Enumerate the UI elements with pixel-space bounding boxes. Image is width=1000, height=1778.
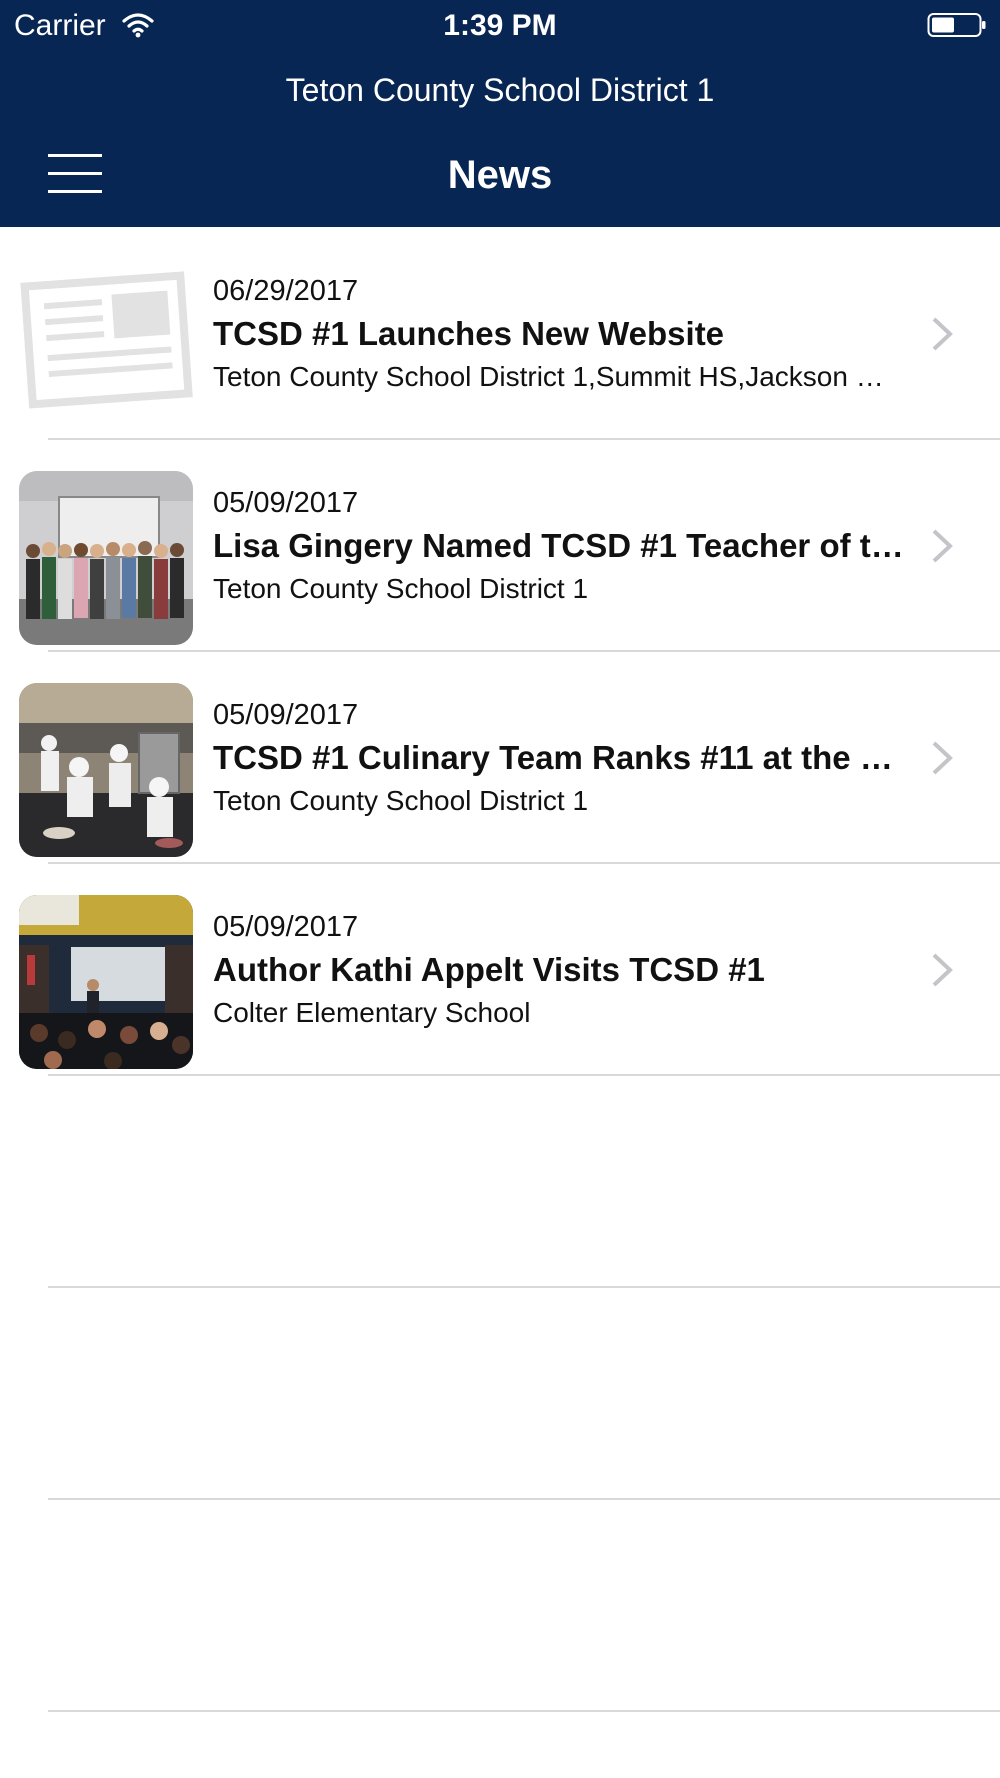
battery-icon xyxy=(927,13,986,37)
news-item[interactable]: 06/29/2017 TCSD #1 Launches New Website … xyxy=(0,227,1000,439)
news-title: Author Kathi Appelt Visits TCSD #1 xyxy=(213,951,765,988)
news-title: TCSD #1 Launches New Website xyxy=(213,315,725,352)
news-date: 05/09/2017 xyxy=(213,911,359,943)
status-bar: Carrier 1:39 PM xyxy=(0,0,1000,52)
news-source: Teton County School District 1 xyxy=(213,573,589,604)
row-divider xyxy=(48,1074,1000,1076)
news-title: TCSD #1 Culinary Team Ranks #11 at the N… xyxy=(213,739,913,776)
group-photo xyxy=(19,471,193,645)
news-item[interactable]: 05/09/2017 Author Kathi Appelt Visits TC… xyxy=(0,863,1000,1075)
news-date: 05/09/2017 xyxy=(213,487,359,519)
status-time: 1:39 PM xyxy=(443,9,557,42)
newspaper-placeholder-icon xyxy=(19,259,193,433)
news-item[interactable]: 05/09/2017 Lisa Gingery Named TCSD #1 Te… xyxy=(0,439,1000,651)
app-header: Carrier 1:39 PM Teton County School Dist… xyxy=(0,0,1000,227)
chevron-right-icon xyxy=(932,529,953,563)
news-item[interactable]: 05/09/2017 TCSD #1 Culinary Team Ranks #… xyxy=(0,651,1000,863)
news-date: 06/29/2017 xyxy=(213,275,359,307)
news-date: 05/09/2017 xyxy=(213,699,359,731)
chevron-right-icon xyxy=(932,741,953,775)
district-name: Teton County School District 1 xyxy=(285,72,715,108)
news-source: Teton County School District 1 xyxy=(213,785,589,816)
author-visit-photo xyxy=(19,895,193,1069)
row-divider xyxy=(48,1710,1000,1712)
culinary-team-photo xyxy=(19,683,193,857)
page-title: News xyxy=(447,153,553,197)
news-title: Lisa Gingery Named TCSD #1 Teacher of th… xyxy=(213,527,913,564)
chevron-right-icon xyxy=(932,953,953,987)
news-source: Teton County School District 1,Summit HS… xyxy=(213,361,903,392)
row-divider xyxy=(48,1286,1000,1288)
news-source: Colter Elementary School xyxy=(213,997,531,1028)
chevron-right-icon xyxy=(932,317,953,351)
row-divider xyxy=(48,1498,1000,1500)
